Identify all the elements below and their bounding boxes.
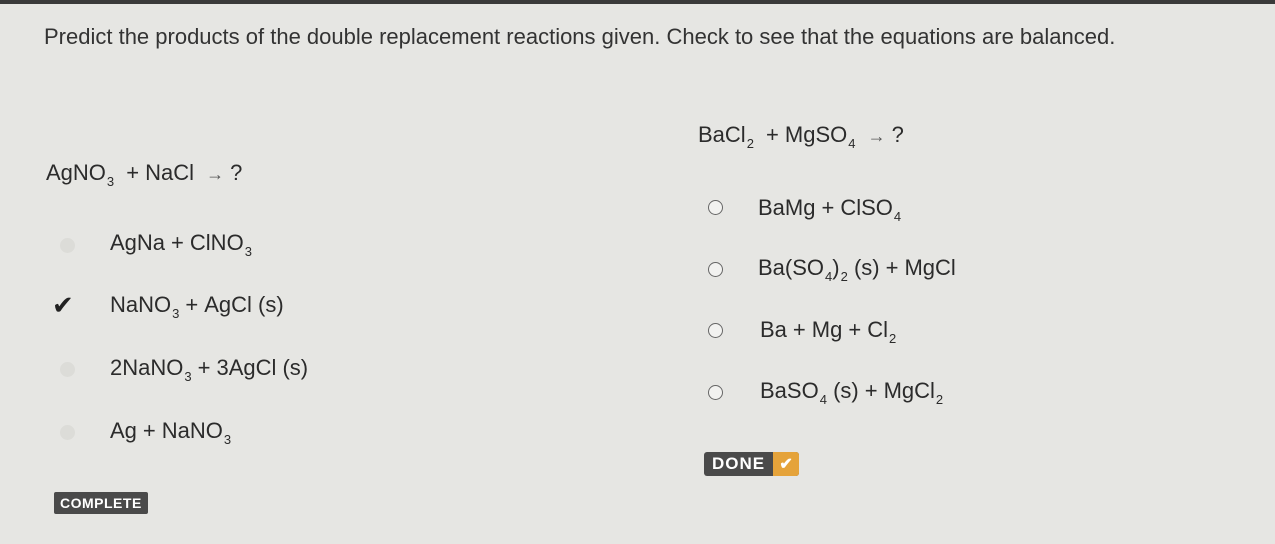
option-sub: 4 <box>825 269 833 284</box>
left-question-prompt: AgNO3 + NaCl →? <box>46 160 243 189</box>
option-text: Ba <box>760 317 787 342</box>
option-text: NaNO <box>161 418 223 443</box>
plus-sign: + <box>766 122 779 147</box>
option-text: 3AgCl (s) <box>216 355 309 380</box>
right-option-4[interactable]: BaSO4 (s) + MgCl2 <box>760 378 944 407</box>
option-sub: 2 <box>888 331 897 346</box>
option-text: Ag <box>110 418 137 443</box>
option-state: (s) <box>833 378 859 403</box>
plus-sign: + <box>171 230 184 255</box>
right-option-2[interactable]: Ba(SO4)2 (s) + MgCl <box>758 255 956 284</box>
option-text: BaMg <box>758 195 816 220</box>
radio-right-3[interactable] <box>708 323 723 338</box>
question-mark: ? <box>891 122 904 147</box>
option-state: (s) <box>853 255 880 280</box>
radio-right-2[interactable] <box>708 262 723 277</box>
radio-right-4[interactable] <box>708 385 723 400</box>
radio-option-1[interactable] <box>60 238 75 253</box>
radio-option-3[interactable] <box>60 362 75 377</box>
right-option-1[interactable]: BaMg + ClSO4 <box>758 195 902 224</box>
option-sub: 4 <box>819 392 827 407</box>
radio-option-4[interactable] <box>60 425 75 440</box>
right-option-3[interactable]: Ba + Mg + Cl2 <box>760 317 897 346</box>
reactant-1-sub: 2 <box>746 136 754 151</box>
plus-sign: + <box>197 355 211 380</box>
question-mark: ? <box>230 160 243 185</box>
option-sub: 3 <box>184 369 192 384</box>
plus-sign: + <box>792 317 806 342</box>
option-sub: 2 <box>935 392 944 407</box>
reactant-1: BaCl <box>698 122 746 147</box>
reactant-1-sub: 3 <box>106 174 115 189</box>
option-text: 2NaNO <box>110 355 184 380</box>
option-text: AgCl (s) <box>204 292 284 317</box>
option-text: MgCl <box>904 255 956 280</box>
plus-sign: + <box>885 255 899 280</box>
arrow-icon: → <box>206 164 225 184</box>
plus-sign: + <box>821 195 835 220</box>
option-text: Cl <box>867 317 888 342</box>
reactant-2: NaCl <box>145 160 195 185</box>
option-sub: 4 <box>893 209 902 224</box>
plus-sign: + <box>126 160 140 185</box>
option-text: ClSO <box>840 195 893 220</box>
option-text: BaSO <box>760 378 819 403</box>
reactant-2-sub: 4 <box>848 136 856 151</box>
option-sub: 3 <box>172 306 180 321</box>
reactant-2: MgSO <box>784 122 848 147</box>
plus-sign: + <box>848 317 862 342</box>
plus-sign: + <box>185 292 199 317</box>
option-sub: 3 <box>244 244 252 259</box>
plus-sign: + <box>864 378 878 403</box>
check-icon: ✔ <box>773 452 800 476</box>
arrow-icon: → <box>867 126 886 146</box>
plus-sign: + <box>142 418 156 443</box>
option-text: NaNO <box>110 292 172 317</box>
left-option-1[interactable]: AgNa + ClNO3 <box>110 230 252 259</box>
instructions-text: Predict the products of the double repla… <box>44 24 1116 49</box>
complete-badge: COMPLETE <box>54 492 148 514</box>
right-question-prompt: BaCl2 + MgSO4 →? <box>698 122 904 151</box>
left-option-2-selected[interactable]: NaNO3 + AgCl (s) <box>110 292 284 321</box>
top-border <box>0 0 1275 4</box>
reactant-1: AgNO <box>46 160 106 185</box>
check-icon: ✔ <box>52 290 74 320</box>
option-sub: 3 <box>223 432 232 447</box>
done-label: DONE <box>712 454 766 473</box>
option-text: AgNa <box>110 230 166 255</box>
option-text: ) <box>832 255 840 280</box>
done-button[interactable]: DONE ✔ <box>704 452 800 476</box>
left-option-4[interactable]: Ag + NaNO3 <box>110 418 232 447</box>
option-text: Ba(SO <box>758 255 825 280</box>
radio-right-1[interactable] <box>708 200 723 215</box>
option-text: Mg <box>811 317 843 342</box>
option-text: ClNO <box>189 230 244 255</box>
left-option-3[interactable]: 2NaNO3 +3AgCl (s) <box>110 355 309 384</box>
option-text: MgCl <box>883 378 935 403</box>
option-sub: 2 <box>840 269 848 284</box>
